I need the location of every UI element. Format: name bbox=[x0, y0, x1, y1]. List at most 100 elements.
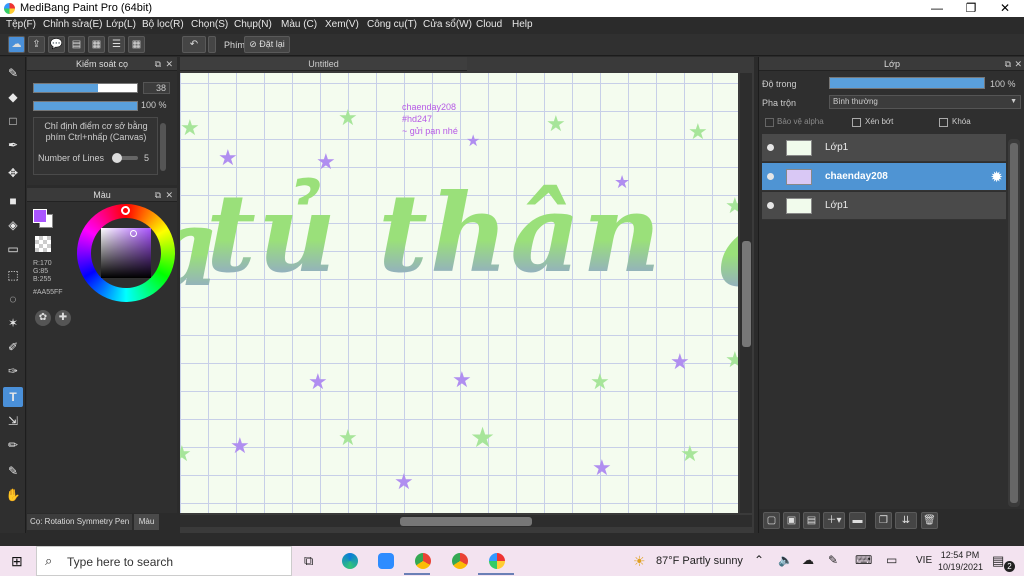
close-panel-icon[interactable]: ✕ bbox=[165, 188, 173, 202]
maximize-button[interactable]: ❐ bbox=[954, 0, 988, 17]
close-button[interactable]: ✕ bbox=[988, 0, 1022, 17]
hue-handle[interactable] bbox=[121, 206, 130, 215]
color-tab[interactable]: Màu bbox=[134, 514, 159, 530]
menu-color[interactable]: Màu (C) bbox=[281, 19, 317, 30]
new-halftone-layer-icon[interactable]: ▣ bbox=[783, 512, 800, 529]
hue-wheel[interactable] bbox=[77, 204, 175, 302]
palette-add-icon[interactable]: ✚ bbox=[55, 310, 71, 326]
canvas-tab[interactable]: Untitled bbox=[180, 57, 467, 71]
reset-button[interactable]: ⊘ Đặt lại bbox=[244, 36, 290, 53]
foreground-color-swatch[interactable] bbox=[33, 209, 47, 223]
language-indicator[interactable]: VIE bbox=[916, 555, 932, 566]
cloud-icon[interactable]: ☁ bbox=[8, 36, 25, 53]
palette-icon[interactable]: ✿ bbox=[35, 310, 51, 326]
bucket-tool-icon[interactable]: ◈ bbox=[3, 215, 23, 235]
brush-size-slider[interactable] bbox=[33, 83, 138, 93]
saturation-value-square[interactable] bbox=[101, 228, 151, 278]
canvas-vertical-scrollbar[interactable] bbox=[740, 73, 752, 513]
brush-opacity-slider[interactable] bbox=[33, 101, 138, 111]
taskbar-search-box[interactable]: ⌕ Type here to search bbox=[36, 546, 292, 576]
comment-icon[interactable]: 💬 bbox=[48, 36, 65, 53]
cloud-sync-icon[interactable]: ☁ bbox=[802, 553, 814, 567]
pen-icon[interactable]: ✎ bbox=[828, 553, 838, 567]
clock[interactable]: 12:54 PM 10/19/2021 bbox=[938, 549, 983, 573]
blur-tool-icon[interactable]: ✏ bbox=[3, 435, 23, 455]
menu-window[interactable]: Cửa sổ(W) bbox=[423, 19, 472, 30]
eye-icon[interactable] bbox=[767, 202, 774, 209]
chrome-profile-icon[interactable] bbox=[452, 553, 468, 569]
gear-icon[interactable]: ✹ bbox=[990, 168, 1003, 186]
undo-icon[interactable]: ↶ bbox=[182, 36, 206, 53]
delete-layer-icon[interactable]: 🗑 bbox=[921, 512, 938, 529]
menu-help[interactable]: Help bbox=[512, 19, 533, 30]
hand-tool-icon[interactable]: ✋ bbox=[3, 485, 23, 505]
eye-icon[interactable] bbox=[767, 173, 774, 180]
weather-text[interactable]: 87°F Partly sunny bbox=[656, 555, 743, 567]
operation-tool-icon[interactable]: ⇲ bbox=[3, 411, 23, 431]
canvas-vscroll-thumb[interactable] bbox=[742, 241, 751, 347]
drawing-canvas[interactable]: ★ ★ ★ ★ ★ ★ ★ ★ ★ ★ ★ ★ ★ ★ ★ ★ ★ ★ ★ ★ … bbox=[180, 73, 738, 513]
layer-row[interactable]: Lớp1 bbox=[762, 134, 1006, 162]
windows-start-icon[interactable]: ⊞ bbox=[11, 553, 23, 570]
magic-wand-tool-icon[interactable]: ✶ bbox=[3, 313, 23, 333]
layer-scroll-thumb[interactable] bbox=[1010, 143, 1018, 503]
lasso-tool-icon[interactable]: ◌ bbox=[3, 289, 23, 309]
brush-tool-icon[interactable]: ✎ bbox=[3, 63, 23, 83]
close-panel-icon[interactable]: ✕ bbox=[1014, 57, 1022, 71]
brush-panel-scrollbar[interactable] bbox=[160, 123, 166, 171]
layer-row[interactable]: Lớp1 bbox=[762, 192, 1006, 220]
task-view-icon[interactable]: ⧉ bbox=[304, 553, 313, 569]
chevron-up-icon[interactable]: ⌃ bbox=[754, 553, 764, 567]
lines-slider[interactable] bbox=[112, 153, 138, 163]
brush-tab[interactable]: Cọ: Rotation Symmetry Pen bbox=[27, 514, 132, 530]
layer-row[interactable]: chaenday208 ✹ bbox=[762, 163, 1006, 191]
move-tool-icon[interactable]: ✥ bbox=[3, 163, 23, 183]
merge-layer-icon[interactable]: ⇊ bbox=[895, 512, 917, 529]
new-8bit-layer-icon[interactable]: ▤ bbox=[803, 512, 820, 529]
text-tool-icon[interactable]: T bbox=[3, 387, 23, 407]
keyboard-icon[interactable]: ⌨ bbox=[855, 553, 872, 567]
menu-capture[interactable]: Chụp(N) bbox=[234, 19, 272, 30]
layer-list-scrollbar[interactable] bbox=[1008, 139, 1020, 507]
layer-opacity-slider[interactable] bbox=[829, 77, 985, 89]
blend-mode-select[interactable]: Bình thường ▼ bbox=[829, 95, 1021, 109]
brush-size-value[interactable]: 38 bbox=[143, 82, 170, 94]
popout-icon[interactable]: ⧉ bbox=[1005, 57, 1011, 71]
chrome-icon[interactable] bbox=[415, 553, 431, 569]
document-icon[interactable]: ▦ bbox=[88, 36, 105, 53]
fill-rect-tool-icon[interactable]: ■ bbox=[3, 191, 23, 211]
eyedropper-tool-icon[interactable]: ✎ bbox=[3, 461, 23, 481]
monitor-icon[interactable]: ▭ bbox=[886, 553, 897, 567]
canvas-hscroll-thumb[interactable] bbox=[400, 517, 532, 526]
menu-filter[interactable]: Bộ lọc(R) bbox=[142, 19, 184, 30]
popout-icon[interactable]: ⧉ bbox=[155, 188, 161, 202]
toolbar-handle[interactable] bbox=[208, 36, 216, 53]
add-layer-dropdown-icon[interactable]: ＋▾ bbox=[823, 512, 845, 529]
canvas-horizontal-scrollbar[interactable] bbox=[180, 515, 752, 527]
clipping-checkbox[interactable] bbox=[852, 118, 861, 127]
protect-alpha-checkbox[interactable] bbox=[765, 118, 774, 127]
eye-icon[interactable] bbox=[767, 144, 774, 151]
duplicate-layer-icon[interactable]: ❐ bbox=[875, 512, 892, 529]
pen-tool-icon[interactable]: ✒ bbox=[3, 135, 23, 155]
share-icon[interactable]: ⇪ bbox=[28, 36, 45, 53]
folder-icon[interactable]: ▬ bbox=[849, 512, 866, 529]
menu-edit[interactable]: Chỉnh sửa(E) bbox=[43, 19, 103, 30]
edge-browser-icon[interactable] bbox=[342, 553, 358, 569]
menu-cloud[interactable]: Cloud bbox=[476, 19, 502, 30]
weather-icon[interactable]: ☀ bbox=[633, 553, 646, 570]
menu-layer[interactable]: Lớp(L) bbox=[106, 19, 136, 30]
new-layer-icon[interactable]: ▢ bbox=[763, 512, 780, 529]
rectangle-tool-icon[interactable]: □ bbox=[3, 111, 23, 131]
select-pen-tool-icon[interactable]: ✐ bbox=[3, 337, 23, 357]
list-icon[interactable]: ☰ bbox=[108, 36, 125, 53]
speaker-icon[interactable]: 🔈 bbox=[778, 553, 793, 567]
lines-slider-handle[interactable] bbox=[112, 153, 122, 163]
select-rect-tool-icon[interactable]: ⬚ bbox=[3, 265, 23, 285]
close-panel-icon[interactable]: ✕ bbox=[165, 57, 173, 71]
minimize-button[interactable]: — bbox=[920, 0, 954, 17]
transparent-color-swatch[interactable] bbox=[35, 236, 51, 252]
menu-file[interactable]: Tệp(F) bbox=[6, 19, 36, 30]
notification-icon[interactable]: ▤ bbox=[992, 553, 1004, 569]
menu-tools[interactable]: Công cụ(T) bbox=[367, 19, 417, 30]
